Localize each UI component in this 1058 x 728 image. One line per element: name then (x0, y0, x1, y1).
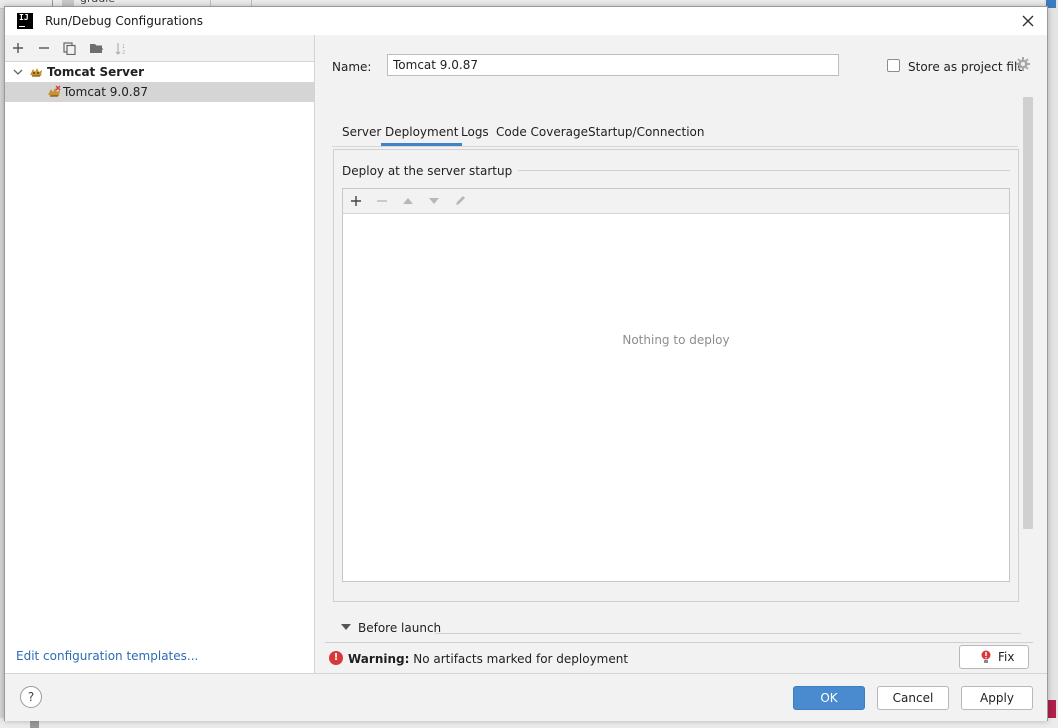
gear-icon[interactable] (1015, 56, 1031, 72)
copy-icon (62, 42, 76, 56)
tree-item-tomcat-server[interactable]: Tomcat Server (5, 62, 314, 82)
move-down-button[interactable] (424, 191, 444, 211)
close-button[interactable] (1017, 11, 1039, 31)
section-divider (496, 170, 1010, 171)
move-up-icon (403, 198, 413, 204)
deployment-list-toolbar (343, 189, 1009, 214)
warning-divider (325, 642, 1033, 643)
configuration-editor: Name: Store as project file Server Deplo… (315, 35, 1047, 673)
remove-configuration-button[interactable] (34, 38, 54, 58)
help-button[interactable]: ? (20, 686, 42, 708)
store-as-project-file-checkbox[interactable] (887, 59, 900, 72)
tree-item-label: Tomcat 9.0.87 (63, 85, 148, 99)
fix-label: Fix (998, 650, 1015, 664)
remove-artifact-button[interactable] (372, 191, 392, 211)
error-icon: ! (329, 651, 343, 665)
tab-code-coverage[interactable]: Code Coverage (496, 119, 588, 145)
tab-startup-connection[interactable]: Startup/Connection (588, 119, 704, 145)
tomcat-icon (30, 68, 42, 77)
move-down-icon (429, 198, 439, 204)
folder-icon (89, 44, 103, 53)
tabs-divider (332, 146, 1018, 147)
warning-text: No artifacts marked for deployment (413, 652, 629, 666)
store-as-project-file-label[interactable]: Store as project file (908, 60, 1025, 74)
background-stop-icon (30, 720, 39, 728)
tree-item-tomcat-9-0-87[interactable]: Tomcat 9.0.87 (5, 82, 314, 102)
add-configuration-button[interactable] (8, 38, 28, 58)
close-icon (1022, 15, 1034, 27)
sort-configurations-button[interactable]: 12 (112, 38, 132, 58)
dialog-title: Run/Debug Configurations (45, 14, 203, 28)
edit-icon (456, 196, 465, 205)
move-up-button[interactable] (398, 191, 418, 211)
triangle-down-icon[interactable] (341, 624, 351, 630)
remove-icon (377, 200, 387, 202)
bulb-error-icon (981, 650, 991, 663)
edit-configuration-templates-link[interactable]: Edit configuration templates... (16, 649, 198, 663)
dialog-footer: ? OK Cancel Apply (5, 673, 1047, 721)
apply-button[interactable]: Apply (961, 686, 1033, 710)
chevron-down-icon[interactable] (13, 67, 23, 77)
configurations-toolbar: 12 (5, 35, 314, 62)
empty-list-text: Nothing to deploy (622, 333, 730, 347)
add-artifact-button[interactable] (346, 191, 366, 211)
before-launch-divider (435, 633, 1021, 634)
tree-item-label: Tomcat Server (47, 65, 145, 79)
intellij-app-icon: IJ (17, 13, 33, 29)
add-icon (13, 43, 23, 53)
svg-text:2: 2 (122, 50, 125, 55)
title-bar: IJ Run/Debug Configurations (5, 7, 1047, 35)
sort-icon: 12 (115, 43, 125, 56)
editor-scrollbar[interactable] (1023, 97, 1033, 671)
configurations-panel: 12 Tomcat Server Tomcat 9.0.87 Edit conf… (5, 35, 315, 673)
run-debug-configurations-dialog: IJ Run/Debug Configurations 12 Tomcat Se… (4, 6, 1048, 721)
copy-configuration-button[interactable] (59, 38, 79, 58)
warning-message: Warning: No artifacts marked for deploym… (348, 652, 628, 666)
deployment-panel: Deploy at the server startup Nothing to … (333, 149, 1019, 602)
move-into-folder-button[interactable] (86, 38, 106, 58)
add-icon (351, 196, 361, 206)
configurations-tree: Tomcat Server Tomcat 9.0.87 (5, 62, 314, 102)
tab-deployment[interactable]: Deployment (380, 119, 463, 146)
ok-button[interactable]: OK (793, 686, 865, 710)
name-input[interactable] (387, 54, 839, 76)
deploy-section-title: Deploy at the server startup (342, 164, 519, 178)
name-label: Name: (332, 60, 372, 74)
before-launch-label[interactable]: Before launch (358, 621, 441, 635)
remove-icon (39, 47, 49, 49)
edit-artifact-button[interactable] (450, 191, 470, 211)
warning-prefix: Warning: (348, 652, 410, 666)
tab-logs[interactable]: Logs (461, 119, 489, 145)
tab-server[interactable]: Server (342, 119, 381, 145)
scrollbar-thumb[interactable] (1023, 97, 1033, 529)
cancel-button[interactable]: Cancel (877, 686, 949, 710)
fix-button[interactable]: Fix (959, 645, 1029, 669)
deployment-list[interactable]: Nothing to deploy (342, 188, 1010, 582)
tomcat-config-icon (48, 85, 61, 97)
